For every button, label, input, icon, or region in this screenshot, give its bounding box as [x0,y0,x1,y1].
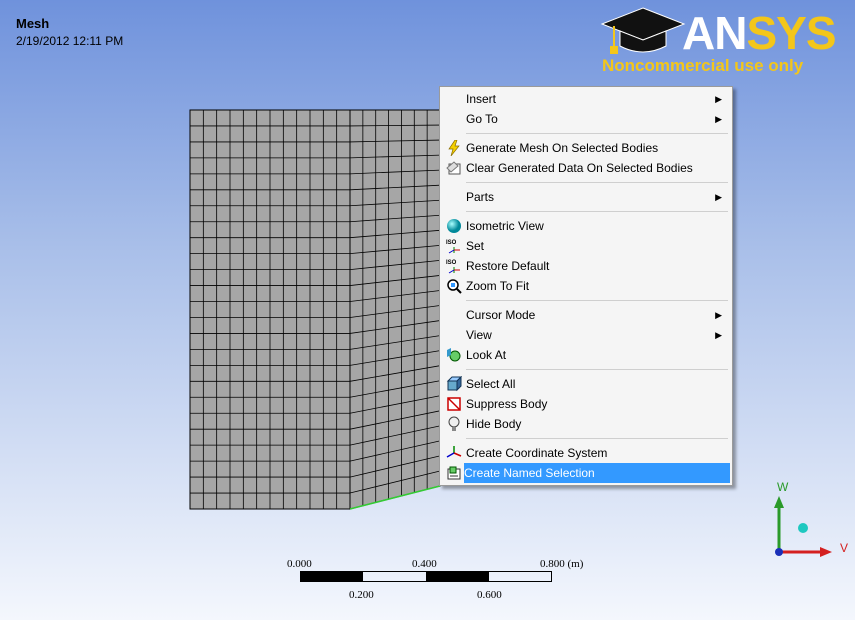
menu-separator [466,438,728,439]
hide-body-icon [448,416,460,431]
select-all-icon [446,376,462,392]
menu-item-select-all[interactable]: Select All [442,374,730,394]
isometric-view-icon [447,219,461,233]
svg-text:ISO: ISO [446,260,457,266]
submenu-arrow-icon: ▶ [715,114,722,124]
iso-restore-icon: ISO [446,260,460,274]
menu-item-insert[interactable]: Insert ▶ [442,89,730,109]
menu-item-cursor-mode[interactable]: Cursor Mode ▶ [442,305,730,325]
clear-data-icon [446,161,461,175]
menu-separator [466,182,728,183]
scale-label-800: 0.800 (m) [540,558,584,570]
menu-item-clear-generated-data[interactable]: Clear Generated Data On Selected Bodies [442,158,730,178]
submenu-arrow-icon: ▶ [715,310,722,320]
named-selection-icon [447,466,461,480]
axis-triad[interactable]: W V [762,478,852,568]
menu-item-view[interactable]: View ▶ [442,325,730,345]
menu-item-hide-body[interactable]: Hide Body [442,414,730,434]
menu-separator [466,300,728,301]
scale-bar [300,571,552,582]
scale-label-0: 0.000 [287,558,312,570]
scale-label-400: 0.400 [412,558,437,570]
submenu-arrow-icon: ▶ [715,192,722,202]
menu-item-generate-mesh[interactable]: Generate Mesh On Selected Bodies [442,138,730,158]
menu-item-restore-default[interactable]: ISO Restore Default [442,256,730,276]
menu-item-parts[interactable]: Parts ▶ [442,187,730,207]
suppress-body-icon [447,397,461,411]
zoom-fit-icon [447,279,462,294]
submenu-arrow-icon: ▶ [715,94,722,104]
menu-separator [466,133,728,134]
lightning-icon [448,140,460,156]
scale-label-200: 0.200 [349,589,374,601]
w-axis-label: W [777,480,789,494]
menu-separator [466,211,728,212]
menu-item-look-at[interactable]: Look At [442,345,730,365]
menu-item-isometric-view[interactable]: Isometric View [442,216,730,236]
context-menu[interactable]: Insert ▶ Go To ▶ Generate Mesh On Selected… [439,86,733,486]
v-axis-label: V [840,541,848,555]
menu-item-set[interactable]: ISO Set [442,236,730,256]
menu-separator [466,369,728,370]
svg-text:ISO: ISO [446,240,457,246]
menu-item-zoom-to-fit[interactable]: Zoom To Fit [442,276,730,296]
menu-item-create-named-selection[interactable]: Create Named Selection [464,463,730,483]
submenu-arrow-icon: ▶ [715,330,722,340]
iso-set-icon: ISO [446,240,460,254]
look-at-icon [447,348,461,362]
scale-label-600: 0.600 [477,589,502,601]
coordinate-system-icon [446,446,462,458]
menu-item-suppress-body[interactable]: Suppress Body [442,394,730,414]
menu-item-go-to[interactable]: Go To ▶ [442,109,730,129]
menu-item-create-coordinate-system[interactable]: Create Coordinate System [442,443,730,463]
